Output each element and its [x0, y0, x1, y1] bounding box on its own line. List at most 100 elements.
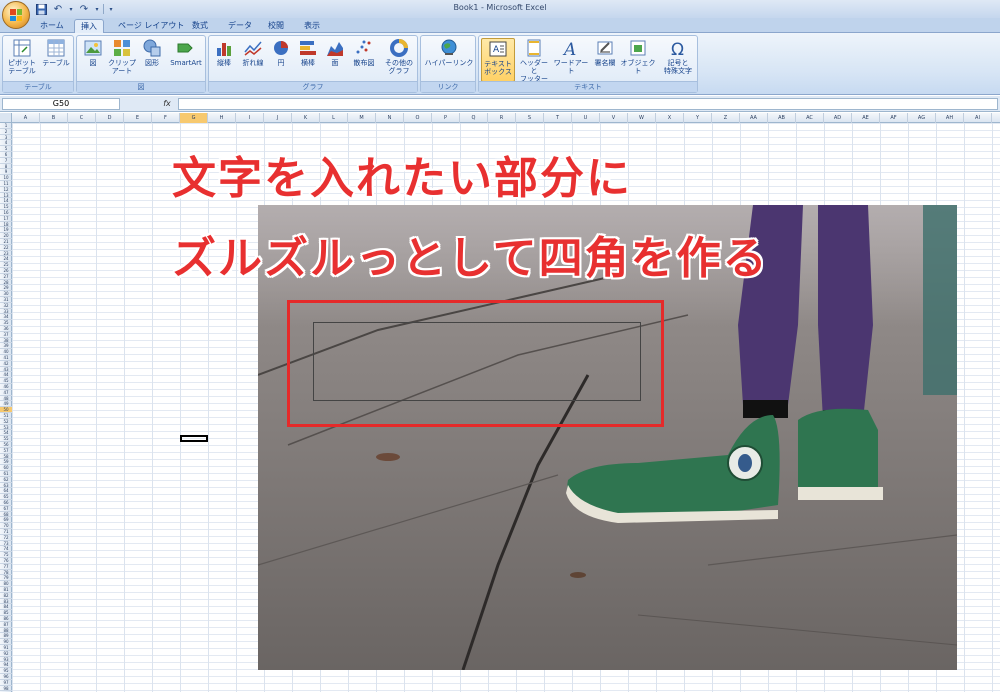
- shapes-icon: [142, 38, 162, 58]
- object-label: オブジェクト: [620, 59, 656, 75]
- tab-home[interactable]: ホーム: [34, 19, 70, 33]
- picture-button[interactable]: 図: [81, 38, 105, 67]
- column-header-O[interactable]: O: [404, 113, 432, 123]
- column-header-Z[interactable]: Z: [712, 113, 740, 123]
- clipart-icon: [112, 38, 132, 58]
- tab-page-layout[interactable]: ページ レイアウト: [112, 19, 190, 33]
- textbox-button[interactable]: A テキスト ボックス: [481, 38, 515, 82]
- tab-insert[interactable]: 挿入: [74, 19, 104, 33]
- column-header-A[interactable]: A: [12, 113, 40, 123]
- pivot-table-icon: [12, 38, 32, 58]
- column-header-AC[interactable]: AC: [796, 113, 824, 123]
- column-header-B[interactable]: B: [40, 113, 68, 123]
- formula-bar: G50 fx: [0, 96, 1000, 112]
- name-box[interactable]: G50: [2, 98, 120, 110]
- column-header-AH[interactable]: AH: [936, 113, 964, 123]
- column-header-D[interactable]: D: [96, 113, 124, 123]
- column-header-I[interactable]: I: [236, 113, 264, 123]
- column-chart-button[interactable]: 縦棒: [211, 38, 237, 67]
- column-header-AE[interactable]: AE: [852, 113, 880, 123]
- column-header-C[interactable]: C: [68, 113, 96, 123]
- object-button[interactable]: オブジェクト: [619, 38, 657, 75]
- column-header-X[interactable]: X: [656, 113, 684, 123]
- pivot-table-button[interactable]: ピボット テーブル: [5, 38, 39, 75]
- group-table: ピボット テーブル テーブル テーブル: [2, 35, 74, 93]
- wordart-label: ワードアート: [553, 59, 589, 75]
- active-cell[interactable]: [180, 435, 208, 442]
- row-header-98[interactable]: 98: [0, 686, 12, 692]
- other-charts-button[interactable]: その他の グラフ: [381, 38, 417, 75]
- line-chart-label: 折れ線: [242, 59, 264, 67]
- column-header-P[interactable]: P: [432, 113, 460, 123]
- area-chart-label: 面: [331, 59, 339, 67]
- signature-line-button[interactable]: 署名欄: [591, 38, 619, 67]
- bar-chart-button[interactable]: 横棒: [295, 38, 321, 67]
- textbox-icon: A: [488, 39, 508, 59]
- column-header-T[interactable]: T: [544, 113, 572, 123]
- column-header-G[interactable]: G: [180, 113, 208, 123]
- column-header-Q[interactable]: Q: [460, 113, 488, 123]
- group-illustrations: 図 クリップ アート 図形 SmartArt 図: [76, 35, 206, 93]
- symbol-label: 記号と 特殊文字: [664, 59, 692, 75]
- group-charts: 縦棒 折れ線 円 横棒 面 散布図 その他の グラフ グラフ: [208, 35, 418, 93]
- column-header-K[interactable]: K: [292, 113, 320, 123]
- bar-chart-icon: [298, 38, 318, 58]
- svg-text:A: A: [562, 40, 576, 58]
- select-all-corner[interactable]: [0, 113, 12, 123]
- pie-chart-button[interactable]: 円: [269, 38, 293, 67]
- column-header-J[interactable]: J: [264, 113, 292, 123]
- title-bar: ↶ ▾ ↷ ▾ ▾ Book1 - Microsoft Excel: [0, 0, 1000, 18]
- clipart-button[interactable]: クリップ アート: [107, 38, 137, 75]
- smartart-button[interactable]: SmartArt: [167, 38, 205, 67]
- donut-chart-icon: [389, 38, 409, 58]
- group-label-links: リンク: [421, 81, 475, 92]
- column-header-AI[interactable]: AI: [964, 113, 992, 123]
- column-header-M[interactable]: M: [348, 113, 376, 123]
- tab-formulas[interactable]: 数式: [186, 19, 214, 33]
- bar-chart-label: 横棒: [301, 59, 315, 67]
- column-header-AG[interactable]: AG: [908, 113, 936, 123]
- formula-input[interactable]: [178, 98, 998, 110]
- other-charts-label: その他の グラフ: [385, 59, 413, 75]
- annotation-line-2: ズルズルっとして四角を作る: [172, 233, 769, 284]
- table-button[interactable]: テーブル: [39, 38, 73, 67]
- pivot-table-label: ピボット テーブル: [8, 59, 36, 75]
- column-header-H[interactable]: H: [208, 113, 236, 123]
- column-header-V[interactable]: V: [600, 113, 628, 123]
- hyperlink-button[interactable]: ハイパーリンク: [423, 38, 475, 67]
- line-chart-button[interactable]: 折れ線: [239, 38, 267, 67]
- column-header-N[interactable]: N: [376, 113, 404, 123]
- wordart-button[interactable]: A ワードアート: [551, 38, 591, 75]
- table-label: テーブル: [42, 59, 70, 67]
- column-chart-icon: [214, 38, 234, 58]
- area-chart-button[interactable]: 面: [323, 38, 347, 67]
- shapes-button[interactable]: 図形: [139, 38, 165, 67]
- window-title: Book1 - Microsoft Excel: [453, 3, 547, 12]
- tab-view[interactable]: 表示: [298, 19, 326, 33]
- column-header-U[interactable]: U: [572, 113, 600, 123]
- row-headers: 1 2 3 4 5 6 7 8 9 10 11 12 13 14 15 16 17 18 19 20 21 22 23 24 2…: [0, 123, 12, 692]
- symbol-button[interactable]: Ω 記号と 特殊文字: [659, 38, 697, 75]
- office-button[interactable]: [2, 1, 30, 29]
- omega-symbol-icon: Ω: [668, 38, 688, 60]
- column-header-E[interactable]: E: [124, 113, 152, 123]
- tab-review[interactable]: 校閲: [262, 19, 290, 33]
- fx-icon[interactable]: fx: [160, 98, 174, 110]
- column-header-S[interactable]: S: [516, 113, 544, 123]
- wordart-icon: A: [561, 38, 581, 60]
- header-footer-button[interactable]: ヘッダーと フッター: [517, 38, 551, 83]
- column-header-AA[interactable]: AA: [740, 113, 768, 123]
- column-header-R[interactable]: R: [488, 113, 516, 123]
- column-header-L[interactable]: L: [320, 113, 348, 123]
- column-header-W[interactable]: W: [628, 113, 656, 123]
- column-header-AB[interactable]: AB: [768, 113, 796, 123]
- column-header-F[interactable]: F: [152, 113, 180, 123]
- column-header-AD[interactable]: AD: [824, 113, 852, 123]
- header-footer-label: ヘッダーと フッター: [520, 59, 548, 83]
- column-header-AF[interactable]: AF: [880, 113, 908, 123]
- tab-data[interactable]: データ: [222, 19, 258, 33]
- column-header-Y[interactable]: Y: [684, 113, 712, 123]
- smartart-label: SmartArt: [170, 59, 202, 67]
- table-icon: [46, 38, 66, 58]
- scatter-chart-button[interactable]: 散布図: [349, 38, 379, 67]
